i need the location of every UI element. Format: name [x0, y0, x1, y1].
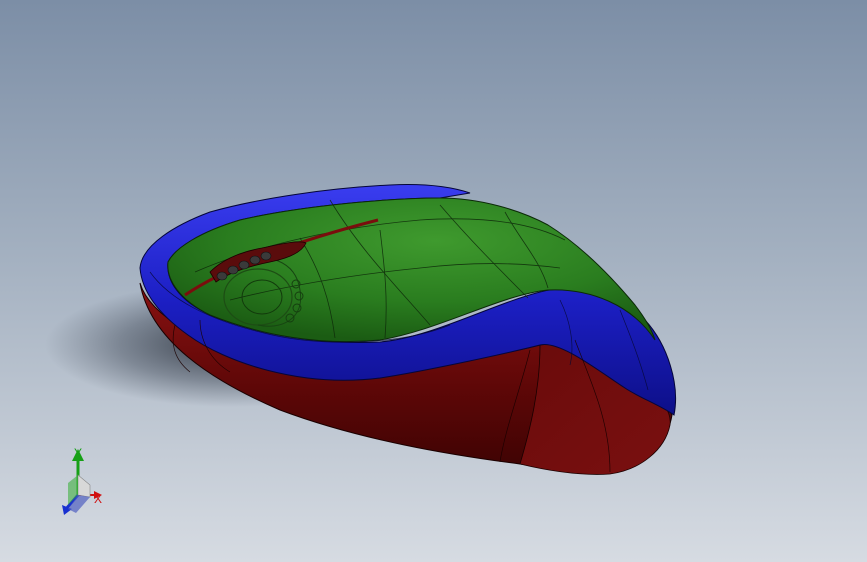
- mouse-3d-model[interactable]: [0, 0, 867, 562]
- y-axis-label: Y: [74, 446, 83, 460]
- x-axis-label: X: [94, 492, 103, 506]
- cad-viewport[interactable]: Y X: [0, 0, 867, 562]
- triad-plane-xy: [77, 474, 91, 498]
- coordinate-triad: Y X: [50, 445, 120, 525]
- coordinate-triad-icon: [62, 449, 102, 515]
